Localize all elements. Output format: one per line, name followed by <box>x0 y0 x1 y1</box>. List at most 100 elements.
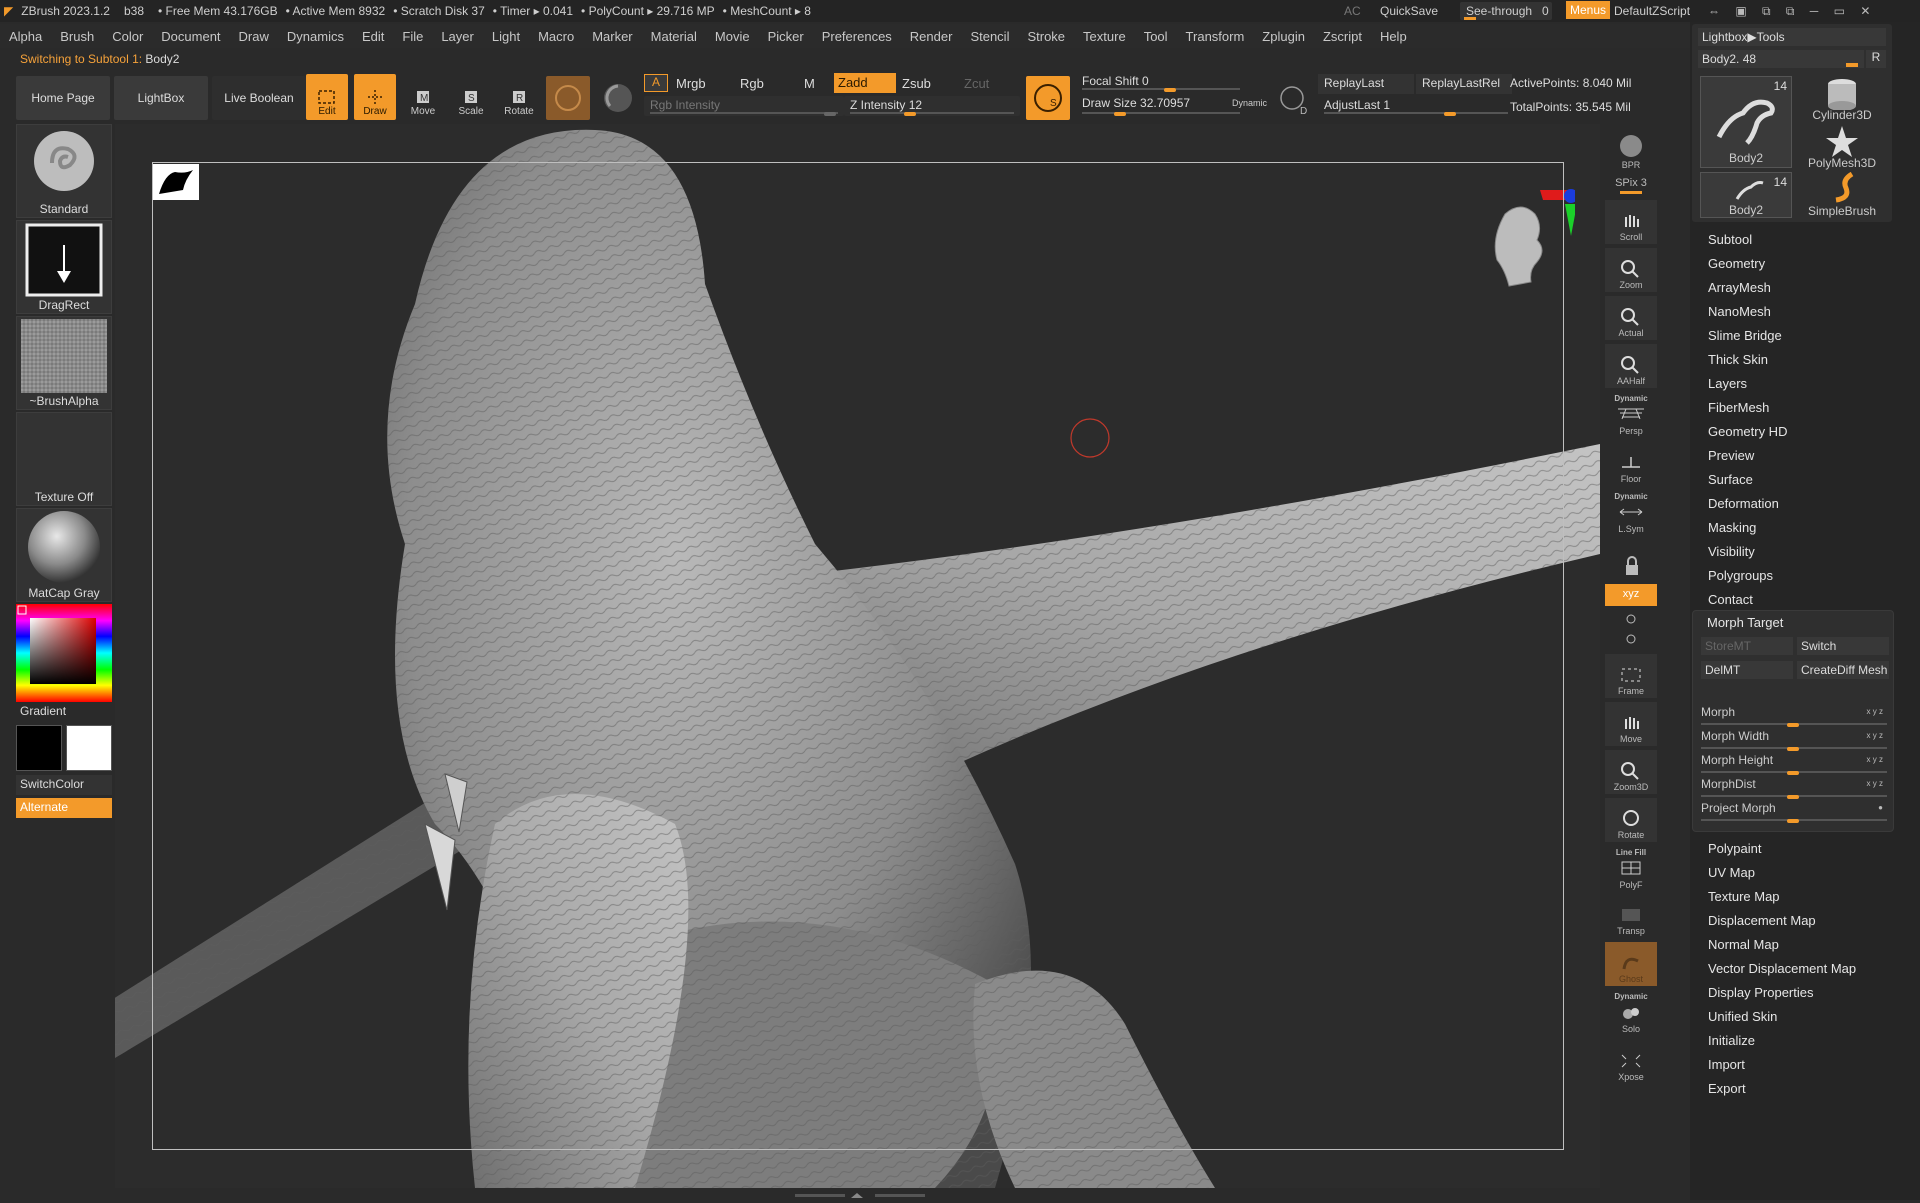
submenu-initialize[interactable]: Initialize <box>1708 1029 1856 1053</box>
rotation-axis-buttons[interactable] <box>1605 608 1657 652</box>
seethrough-slider[interactable]: See-through 0 <box>1460 2 1552 20</box>
menu-zplugin[interactable]: Zplugin <box>1253 29 1314 44</box>
submenu-geometry-hd[interactable]: Geometry HD <box>1708 420 1787 444</box>
spix-slider[interactable]: SPix 3 <box>1605 174 1657 196</box>
morphdist-slider[interactable]: MorphDist x y z <box>1701 777 1887 799</box>
menu-picker[interactable]: Picker <box>759 29 813 44</box>
primary-color-swatch[interactable] <box>16 725 62 771</box>
submenu-polygroups[interactable]: Polygroups <box>1708 564 1787 588</box>
z-intensity-slider[interactable]: Z Intensity 12 <box>844 96 1020 116</box>
menus-button[interactable]: Menus <box>1566 1 1611 19</box>
morph-height-slider[interactable]: Morph Height x y z <box>1701 753 1887 775</box>
ac-label[interactable]: AC <box>1344 4 1361 18</box>
draw-size-slider[interactable]: Draw Size 32.70957 <box>1076 94 1246 116</box>
submenu-geometry[interactable]: Geometry <box>1708 252 1787 276</box>
sculptris-button[interactable]: S <box>1026 76 1070 120</box>
submenu-fibermesh[interactable]: FiberMesh <box>1708 396 1787 420</box>
navigation-gizmo-icon[interactable] <box>1465 184 1575 314</box>
material-swatch[interactable] <box>546 76 590 120</box>
project-morph-slider[interactable]: Project Morph ● <box>1701 801 1887 823</box>
submenu-preview[interactable]: Preview <box>1708 444 1787 468</box>
quicksave-button[interactable]: QuickSave <box>1380 4 1438 18</box>
menu-zscript[interactable]: Zscript <box>1314 29 1371 44</box>
brush-picker[interactable]: Standard <box>16 124 112 218</box>
submenu-import[interactable]: Import <box>1708 1053 1856 1077</box>
morph-width-slider[interactable]: Morph Width x y z <box>1701 729 1887 751</box>
lazy-mouse-button[interactable]: D <box>1276 78 1316 118</box>
menu-brush[interactable]: Brush <box>51 29 103 44</box>
switch-color-button[interactable]: SwitchColor <box>16 775 112 795</box>
adjustlast-slider[interactable]: AdjustLast 1 <box>1318 96 1514 116</box>
submenu-thick-skin[interactable]: Thick Skin <box>1708 348 1787 372</box>
secondary-color-swatch[interactable] <box>66 725 112 771</box>
persp-button[interactable]: Dynamic Persp <box>1605 392 1657 438</box>
storemt-button[interactable]: StoreMT <box>1701 637 1793 655</box>
rotate-view-button[interactable]: Rotate <box>1605 798 1657 842</box>
zcut-button[interactable]: Zcut <box>964 76 989 91</box>
submenu-masking[interactable]: Masking <box>1708 516 1787 540</box>
lock-button[interactable] <box>1605 538 1657 582</box>
window-controls-icon[interactable]: ⇔ ▣ ⧉ ⧉ ─ ▭ ✕ <box>1708 4 1876 19</box>
menu-marker[interactable]: Marker <box>583 29 641 44</box>
scroll-button[interactable]: Scroll <box>1605 200 1657 244</box>
submenu-subtool[interactable]: Subtool <box>1708 228 1787 252</box>
solo-button[interactable]: Dynamic Solo <box>1605 990 1657 1036</box>
menu-preferences[interactable]: Preferences <box>813 29 901 44</box>
menu-stroke[interactable]: Stroke <box>1018 29 1074 44</box>
focal-shift-slider[interactable]: Focal Shift 0 <box>1076 72 1246 92</box>
menu-light[interactable]: Light <box>483 29 529 44</box>
submenu-displacement-map[interactable]: Displacement Map <box>1708 909 1856 933</box>
m-button[interactable]: M <box>804 76 815 91</box>
texture-picker[interactable]: Texture Off <box>16 412 112 506</box>
edit-button[interactable]: Edit <box>306 74 348 120</box>
submenu-contact[interactable]: Contact <box>1708 588 1787 612</box>
menu-edit[interactable]: Edit <box>353 29 393 44</box>
floor-button[interactable]: Floor <box>1605 442 1657 486</box>
submenu-layers[interactable]: Layers <box>1708 372 1787 396</box>
current-tool-slider[interactable]: Body2. 48 <box>1698 50 1864 68</box>
zadd-button[interactable]: Zadd <box>834 73 896 93</box>
menu-alpha[interactable]: Alpha <box>0 29 51 44</box>
menu-color[interactable]: Color <box>103 29 152 44</box>
color-sphere[interactable] <box>596 76 640 120</box>
menu-dynamics[interactable]: Dynamics <box>278 29 353 44</box>
morph-target-title[interactable]: Morph Target <box>1707 615 1783 630</box>
tool-thumb-simplebrush[interactable]: SimpleBrush <box>1796 171 1888 218</box>
alpha-picker[interactable]: ~BrushAlpha <box>16 316 112 410</box>
submenu-unified-skin[interactable]: Unified Skin <box>1708 1005 1856 1029</box>
color-picker[interactable] <box>16 604 112 702</box>
rgb-button[interactable]: Rgb <box>740 76 764 91</box>
lightbox-button[interactable]: LightBox <box>114 76 208 120</box>
submenu-export[interactable]: Export <box>1708 1077 1856 1101</box>
menu-layer[interactable]: Layer <box>432 29 483 44</box>
menu-transform[interactable]: Transform <box>1177 29 1254 44</box>
menu-file[interactable]: File <box>393 29 432 44</box>
menu-macro[interactable]: Macro <box>529 29 583 44</box>
menu-stencil[interactable]: Stencil <box>961 29 1018 44</box>
menu-document[interactable]: Document <box>152 29 229 44</box>
live-boolean-button[interactable]: Live Boolean <box>212 76 306 120</box>
zoom-button[interactable]: Zoom <box>1605 248 1657 292</box>
submenu-vector-displacement-map[interactable]: Vector Displacement Map <box>1708 957 1856 981</box>
tool-thumb-body2-small[interactable]: 14 Body2 <box>1700 172 1792 218</box>
menu-material[interactable]: Material <box>642 29 706 44</box>
frame-button[interactable]: Frame <box>1605 654 1657 698</box>
alternate-button[interactable]: Alternate <box>16 798 112 818</box>
morph-slider[interactable]: Morph x y z <box>1701 705 1887 727</box>
submenu-texture-map[interactable]: Texture Map <box>1708 885 1856 909</box>
dynamic-label[interactable]: Dynamic <box>1232 98 1267 108</box>
menu-render[interactable]: Render <box>901 29 962 44</box>
aahalf-button[interactable]: AAHalf <box>1605 344 1657 388</box>
submenu-arraymesh[interactable]: ArrayMesh <box>1708 276 1787 300</box>
rotate-button[interactable]: R Rotate <box>498 74 540 120</box>
submenu-nanomesh[interactable]: NanoMesh <box>1708 300 1787 324</box>
creatediff-mesh-button[interactable]: CreateDiff Mesh <box>1797 661 1889 679</box>
transp-button[interactable]: Transp <box>1605 894 1657 938</box>
bottom-shelf-handle[interactable] <box>795 1189 925 1198</box>
menu-texture[interactable]: Texture <box>1074 29 1135 44</box>
default-zscript-button[interactable]: DefaultZScript <box>1614 4 1690 18</box>
rgb-intensity-slider[interactable]: Rgb Intensity <box>644 96 844 116</box>
submenu-slime-bridge[interactable]: Slime Bridge <box>1708 324 1787 348</box>
replaylast-button[interactable]: ReplayLast <box>1318 74 1414 94</box>
submenu-surface[interactable]: Surface <box>1708 468 1787 492</box>
